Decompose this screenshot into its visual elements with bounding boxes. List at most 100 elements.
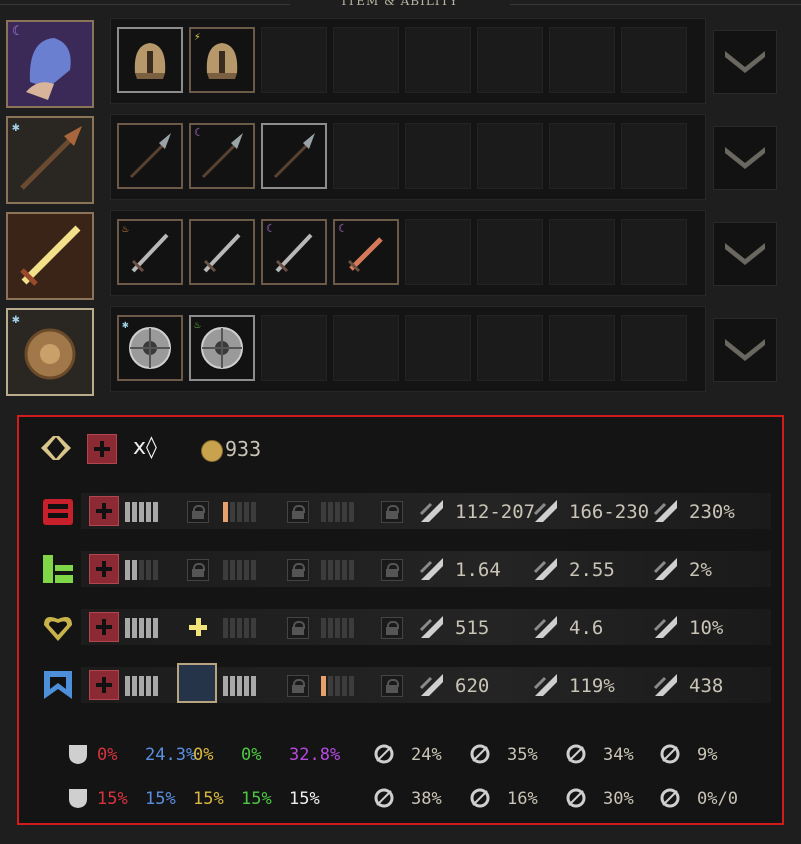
stat-value: 515 — [455, 617, 490, 639]
empty-slot[interactable] — [333, 27, 399, 93]
stat-value: 1.64 — [455, 559, 501, 581]
empty-slot[interactable] — [333, 315, 399, 381]
empty-slot[interactable] — [549, 27, 615, 93]
empty-slot[interactable] — [477, 219, 543, 285]
progress-pips — [125, 502, 160, 522]
empty-slot[interactable] — [549, 123, 615, 189]
spear-slots-bar: ☾ — [110, 114, 706, 200]
spear-icon[interactable] — [261, 123, 327, 189]
strength-add-button[interactable] — [89, 496, 119, 526]
dagger-icon[interactable]: ☾ — [333, 219, 399, 285]
stat-value: 10% — [689, 617, 724, 639]
evasion-figure-icon — [660, 744, 680, 764]
attack-speed-icon — [419, 558, 443, 580]
empty-slot[interactable] — [621, 123, 687, 189]
lightning-gem-icon: ⚡ — [194, 30, 201, 43]
armor-boost-icon — [533, 674, 557, 696]
resistance-row: 0% 24.3% 0% 0% 32.8% 24% 35% 34% 9% — [19, 743, 779, 767]
resistance-shield-icon — [69, 745, 87, 764]
double-strike-icon — [533, 558, 557, 580]
progress-pips — [125, 676, 160, 696]
spear-expand-button[interactable] — [713, 126, 777, 190]
moon-gem-icon: ☾ — [12, 24, 20, 39]
dodge-icon — [653, 558, 677, 580]
sword-icon[interactable]: ♨ — [117, 219, 183, 285]
progress-pips — [321, 560, 356, 580]
vitality-add-button[interactable] — [89, 612, 119, 642]
sword-icon[interactable] — [189, 219, 255, 285]
resistance-value: 0% — [193, 745, 214, 765]
lock-icon — [381, 501, 403, 523]
sword-slots-bar: ♨ ☾ ☾ — [110, 210, 706, 296]
health-icon — [419, 616, 443, 638]
resistance-row: 15% 15% 15% 15% 15% 38% 16% 30% 0%/0 — [19, 787, 779, 811]
flame-green-gem-icon: ♨ — [194, 318, 201, 331]
moon-gem-icon: ☾ — [194, 126, 201, 139]
block-shield-icon — [374, 744, 394, 764]
buckler-icon[interactable]: ♨ — [189, 315, 255, 381]
empty-slot[interactable] — [621, 315, 687, 381]
empty-slot[interactable] — [261, 27, 327, 93]
chevron-down-icon — [725, 337, 765, 367]
helmet-expand-button[interactable] — [713, 30, 777, 94]
chevron-down-icon — [725, 49, 765, 79]
vitality-icon — [41, 611, 75, 643]
empty-slot[interactable] — [621, 27, 687, 93]
defense-attribute-row: 620 119% 438 — [19, 663, 779, 703]
shield-slots-bar: ✱ ♨ — [110, 306, 706, 392]
progress-pips — [321, 618, 356, 638]
stat-value: 230% — [689, 501, 735, 523]
empty-slot[interactable] — [405, 123, 471, 189]
chevron-down-icon — [725, 145, 765, 175]
lock-icon — [287, 559, 309, 581]
stat-value: 119% — [569, 675, 615, 697]
character-stats-panel: x◊ 933 112-207 166-230 230% 1.64 2.55 2% 515 4.… — [17, 415, 784, 825]
critical-damage-icon — [653, 500, 677, 522]
trait-portrait-icon[interactable] — [177, 663, 217, 703]
sword-parry-icon — [566, 788, 586, 808]
empty-slot[interactable] — [333, 123, 399, 189]
point-multiplier: x◊ — [133, 435, 157, 460]
empty-slot[interactable] — [621, 219, 687, 285]
buckler-icon[interactable]: ✱ — [117, 315, 183, 381]
swap-arrows-icon[interactable] — [39, 434, 73, 462]
helmet-icon[interactable] — [117, 27, 183, 93]
helmet-icon[interactable]: ⚡ — [189, 27, 255, 93]
lock-icon — [287, 675, 309, 697]
add-point-button[interactable] — [87, 434, 117, 464]
resistance-value: 0% — [97, 745, 118, 765]
empty-slot[interactable] — [477, 27, 543, 93]
empty-slot[interactable] — [405, 219, 471, 285]
progress-pips — [321, 676, 356, 696]
empty-slot[interactable] — [477, 123, 543, 189]
empty-slot[interactable] — [549, 315, 615, 381]
stat-value: 0%/0 — [697, 789, 738, 809]
empty-slot[interactable] — [549, 219, 615, 285]
empty-slot[interactable] — [261, 315, 327, 381]
stat-value: 2% — [689, 559, 712, 581]
glowing-sword-icon[interactable] — [6, 212, 94, 300]
spear-head-icon[interactable]: ✱ — [6, 116, 94, 204]
sword-icon[interactable]: ☾ — [261, 219, 327, 285]
gold-coin-icon — [201, 440, 223, 462]
progress-pips — [223, 560, 258, 580]
dexterity-attribute-row: 1.64 2.55 2% — [19, 551, 779, 587]
moon-gem-icon: ☾ — [266, 222, 273, 235]
hand-with-hooded-helmet-icon[interactable]: ☾ — [6, 20, 94, 108]
spear-icon[interactable]: ☾ — [189, 123, 255, 189]
empty-slot[interactable] — [405, 27, 471, 93]
stat-value: 2.55 — [569, 559, 615, 581]
health-regen-icon — [533, 616, 557, 638]
resistance-value: 15% — [193, 789, 224, 809]
defense-add-button[interactable] — [89, 670, 119, 700]
spear-icon[interactable] — [117, 123, 183, 189]
round-shield-icon[interactable]: ✱ — [6, 308, 94, 396]
empty-slot[interactable] — [477, 315, 543, 381]
lock-icon — [381, 617, 403, 639]
sword-expand-button[interactable] — [713, 222, 777, 286]
dexterity-add-button[interactable] — [89, 554, 119, 584]
empty-slot[interactable] — [405, 315, 471, 381]
progress-pips — [321, 502, 356, 522]
shield-expand-button[interactable] — [713, 318, 777, 382]
gold-amount: 933 — [225, 437, 262, 461]
